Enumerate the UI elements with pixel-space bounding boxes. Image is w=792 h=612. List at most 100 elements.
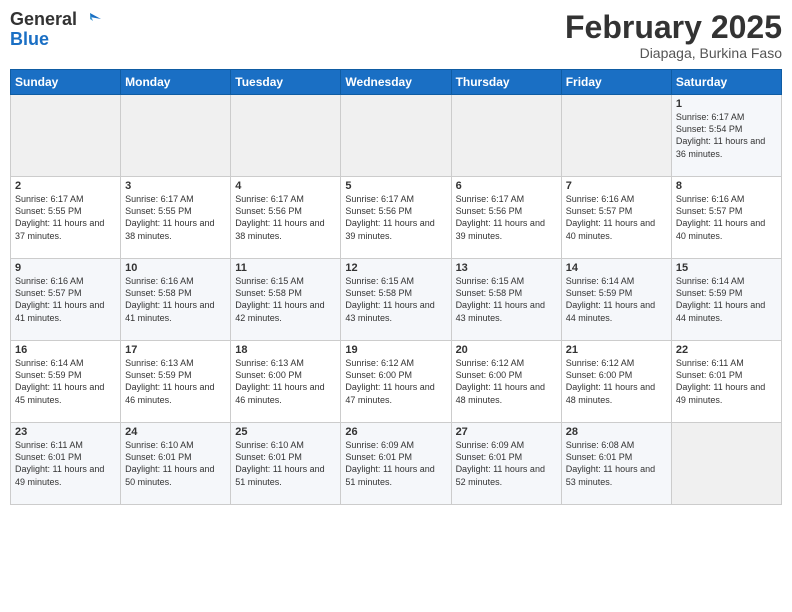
calendar-cell: 11Sunrise: 6:15 AM Sunset: 5:58 PM Dayli…: [231, 259, 341, 341]
day-info: Sunrise: 6:10 AM Sunset: 6:01 PM Dayligh…: [125, 439, 226, 488]
day-number: 22: [676, 344, 777, 356]
day-info: Sunrise: 6:17 AM Sunset: 5:55 PM Dayligh…: [15, 193, 116, 242]
day-info: Sunrise: 6:09 AM Sunset: 6:01 PM Dayligh…: [345, 439, 446, 488]
calendar-cell: 12Sunrise: 6:15 AM Sunset: 5:58 PM Dayli…: [341, 259, 451, 341]
day-number: 2: [15, 180, 116, 192]
day-info: Sunrise: 6:17 AM Sunset: 5:56 PM Dayligh…: [456, 193, 557, 242]
day-number: 12: [345, 262, 446, 274]
calendar-week-2: 2Sunrise: 6:17 AM Sunset: 5:55 PM Daylig…: [11, 177, 782, 259]
day-number: 14: [566, 262, 667, 274]
day-number: 8: [676, 180, 777, 192]
day-info: Sunrise: 6:10 AM Sunset: 6:01 PM Dayligh…: [235, 439, 336, 488]
day-info: Sunrise: 6:13 AM Sunset: 6:00 PM Dayligh…: [235, 357, 336, 406]
day-number: 16: [15, 344, 116, 356]
day-number: 6: [456, 180, 557, 192]
calendar-cell: 24Sunrise: 6:10 AM Sunset: 6:01 PM Dayli…: [121, 423, 231, 505]
day-number: 21: [566, 344, 667, 356]
header-day-tuesday: Tuesday: [231, 70, 341, 95]
calendar-cell: 1Sunrise: 6:17 AM Sunset: 5:54 PM Daylig…: [671, 95, 781, 177]
day-number: 11: [235, 262, 336, 274]
month-title: February 2025: [565, 10, 782, 45]
day-info: Sunrise: 6:14 AM Sunset: 5:59 PM Dayligh…: [566, 275, 667, 324]
calendar-week-3: 9Sunrise: 6:16 AM Sunset: 5:57 PM Daylig…: [11, 259, 782, 341]
calendar-cell: 7Sunrise: 6:16 AM Sunset: 5:57 PM Daylig…: [561, 177, 671, 259]
day-number: 27: [456, 426, 557, 438]
day-info: Sunrise: 6:11 AM Sunset: 6:01 PM Dayligh…: [15, 439, 116, 488]
calendar-cell: 20Sunrise: 6:12 AM Sunset: 6:00 PM Dayli…: [451, 341, 561, 423]
calendar-cell: 15Sunrise: 6:14 AM Sunset: 5:59 PM Dayli…: [671, 259, 781, 341]
header-day-saturday: Saturday: [671, 70, 781, 95]
calendar-cell: 16Sunrise: 6:14 AM Sunset: 5:59 PM Dayli…: [11, 341, 121, 423]
calendar-cell: [671, 423, 781, 505]
day-number: 15: [676, 262, 777, 274]
day-number: 10: [125, 262, 226, 274]
day-number: 24: [125, 426, 226, 438]
calendar-cell: 21Sunrise: 6:12 AM Sunset: 6:00 PM Dayli…: [561, 341, 671, 423]
day-number: 26: [345, 426, 446, 438]
day-number: 23: [15, 426, 116, 438]
day-info: Sunrise: 6:12 AM Sunset: 6:00 PM Dayligh…: [345, 357, 446, 406]
calendar-cell: 14Sunrise: 6:14 AM Sunset: 5:59 PM Dayli…: [561, 259, 671, 341]
calendar-cell: 8Sunrise: 6:16 AM Sunset: 5:57 PM Daylig…: [671, 177, 781, 259]
calendar-header: SundayMondayTuesdayWednesdayThursdayFrid…: [11, 70, 782, 95]
calendar-table: SundayMondayTuesdayWednesdayThursdayFrid…: [10, 69, 782, 505]
calendar-cell: [561, 95, 671, 177]
calendar-cell: 28Sunrise: 6:08 AM Sunset: 6:01 PM Dayli…: [561, 423, 671, 505]
calendar-body: 1Sunrise: 6:17 AM Sunset: 5:54 PM Daylig…: [11, 95, 782, 505]
calendar-cell: 5Sunrise: 6:17 AM Sunset: 5:56 PM Daylig…: [341, 177, 451, 259]
day-info: Sunrise: 6:15 AM Sunset: 5:58 PM Dayligh…: [456, 275, 557, 324]
calendar-week-1: 1Sunrise: 6:17 AM Sunset: 5:54 PM Daylig…: [11, 95, 782, 177]
title-block: February 2025 Diapaga, Burkina Faso: [565, 10, 782, 61]
day-number: 4: [235, 180, 336, 192]
day-number: 7: [566, 180, 667, 192]
calendar-cell: 9Sunrise: 6:16 AM Sunset: 5:57 PM Daylig…: [11, 259, 121, 341]
day-info: Sunrise: 6:17 AM Sunset: 5:55 PM Dayligh…: [125, 193, 226, 242]
header-day-wednesday: Wednesday: [341, 70, 451, 95]
logo: General Blue: [10, 10, 103, 50]
day-info: Sunrise: 6:17 AM Sunset: 5:56 PM Dayligh…: [235, 193, 336, 242]
logo-bird-icon: [79, 11, 101, 29]
day-info: Sunrise: 6:16 AM Sunset: 5:58 PM Dayligh…: [125, 275, 226, 324]
day-info: Sunrise: 6:12 AM Sunset: 6:00 PM Dayligh…: [566, 357, 667, 406]
header-day-friday: Friday: [561, 70, 671, 95]
calendar-cell: 23Sunrise: 6:11 AM Sunset: 6:01 PM Dayli…: [11, 423, 121, 505]
day-number: 25: [235, 426, 336, 438]
day-number: 17: [125, 344, 226, 356]
day-info: Sunrise: 6:15 AM Sunset: 5:58 PM Dayligh…: [345, 275, 446, 324]
day-info: Sunrise: 6:14 AM Sunset: 5:59 PM Dayligh…: [15, 357, 116, 406]
calendar-cell: 6Sunrise: 6:17 AM Sunset: 5:56 PM Daylig…: [451, 177, 561, 259]
calendar-cell: [341, 95, 451, 177]
day-info: Sunrise: 6:17 AM Sunset: 5:54 PM Dayligh…: [676, 111, 777, 160]
calendar-cell: [121, 95, 231, 177]
header-row: SundayMondayTuesdayWednesdayThursdayFrid…: [11, 70, 782, 95]
calendar-cell: 18Sunrise: 6:13 AM Sunset: 6:00 PM Dayli…: [231, 341, 341, 423]
day-number: 1: [676, 98, 777, 110]
calendar-cell: 17Sunrise: 6:13 AM Sunset: 5:59 PM Dayli…: [121, 341, 231, 423]
day-number: 9: [15, 262, 116, 274]
day-info: Sunrise: 6:08 AM Sunset: 6:01 PM Dayligh…: [566, 439, 667, 488]
logo-blue: Blue: [10, 29, 49, 49]
day-info: Sunrise: 6:17 AM Sunset: 5:56 PM Dayligh…: [345, 193, 446, 242]
page-header: General Blue February 2025 Diapaga, Burk…: [10, 10, 782, 61]
day-number: 20: [456, 344, 557, 356]
calendar-cell: 2Sunrise: 6:17 AM Sunset: 5:55 PM Daylig…: [11, 177, 121, 259]
day-number: 28: [566, 426, 667, 438]
day-number: 18: [235, 344, 336, 356]
calendar-cell: 19Sunrise: 6:12 AM Sunset: 6:00 PM Dayli…: [341, 341, 451, 423]
logo-general: General: [10, 10, 77, 30]
calendar-cell: [231, 95, 341, 177]
day-info: Sunrise: 6:13 AM Sunset: 5:59 PM Dayligh…: [125, 357, 226, 406]
day-info: Sunrise: 6:15 AM Sunset: 5:58 PM Dayligh…: [235, 275, 336, 324]
day-info: Sunrise: 6:09 AM Sunset: 6:01 PM Dayligh…: [456, 439, 557, 488]
day-number: 19: [345, 344, 446, 356]
calendar-week-5: 23Sunrise: 6:11 AM Sunset: 6:01 PM Dayli…: [11, 423, 782, 505]
calendar-cell: 27Sunrise: 6:09 AM Sunset: 6:01 PM Dayli…: [451, 423, 561, 505]
location: Diapaga, Burkina Faso: [565, 45, 782, 61]
calendar-cell: 13Sunrise: 6:15 AM Sunset: 5:58 PM Dayli…: [451, 259, 561, 341]
day-info: Sunrise: 6:11 AM Sunset: 6:01 PM Dayligh…: [676, 357, 777, 406]
calendar-cell: [451, 95, 561, 177]
calendar-cell: 3Sunrise: 6:17 AM Sunset: 5:55 PM Daylig…: [121, 177, 231, 259]
calendar-week-4: 16Sunrise: 6:14 AM Sunset: 5:59 PM Dayli…: [11, 341, 782, 423]
calendar-cell: 10Sunrise: 6:16 AM Sunset: 5:58 PM Dayli…: [121, 259, 231, 341]
header-day-thursday: Thursday: [451, 70, 561, 95]
